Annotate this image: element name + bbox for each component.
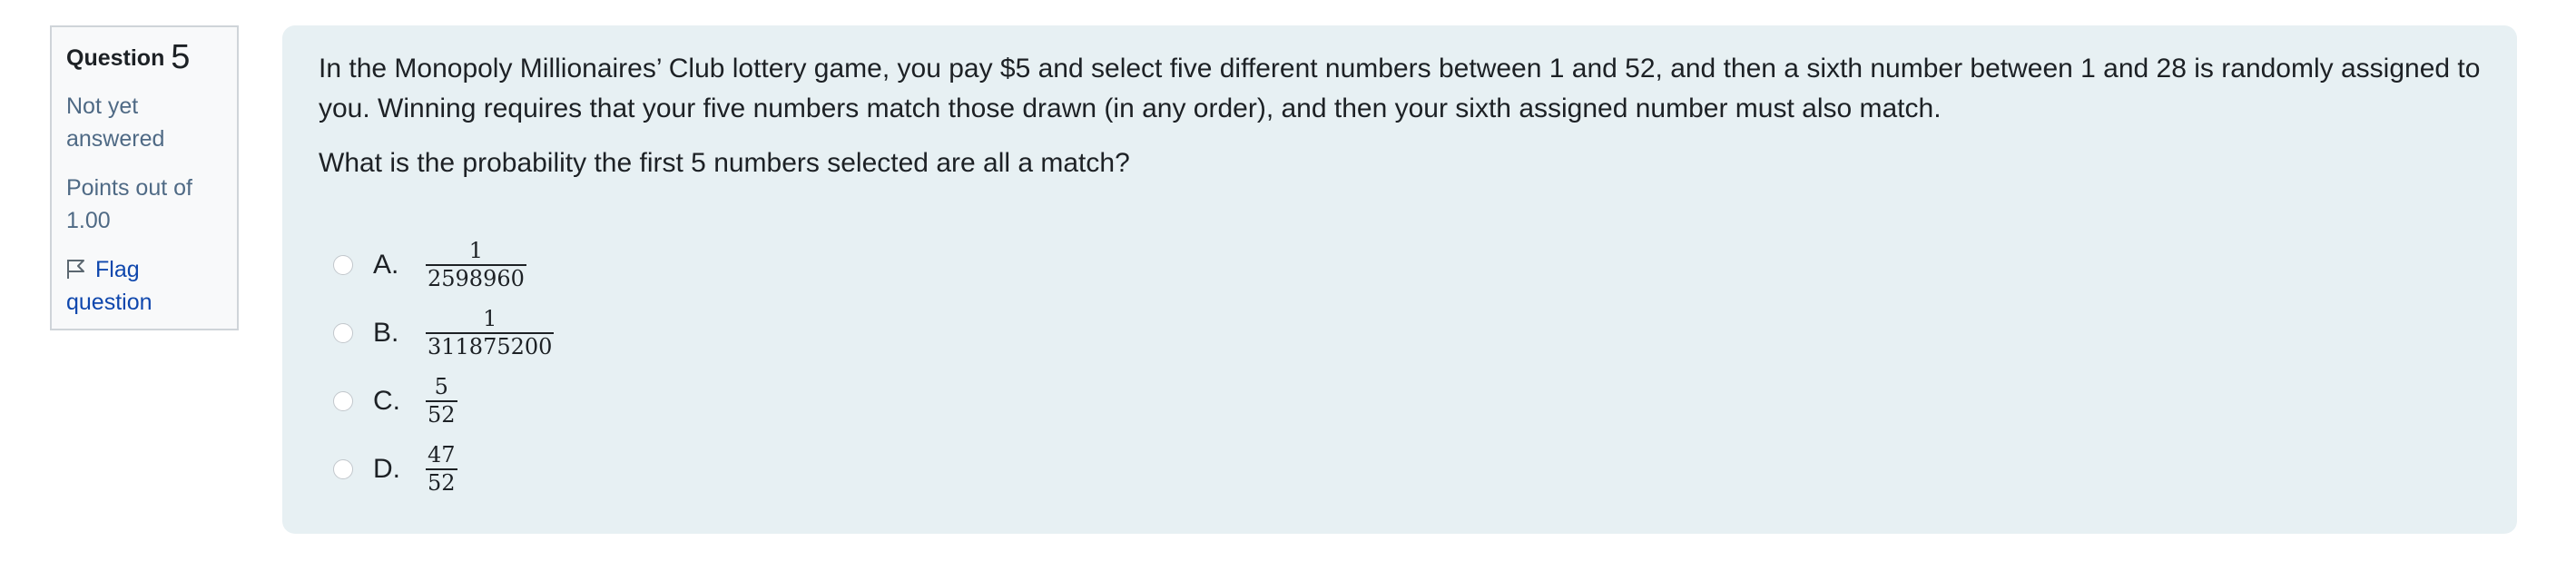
- answer-c-letter: C.: [373, 385, 400, 416]
- answer-b-fraction: 1 311875200: [426, 305, 555, 359]
- flag-icon: [66, 256, 86, 279]
- question-number-value: 5: [171, 38, 191, 76]
- question-prompt: What is the probability the first 5 numb…: [319, 148, 1130, 178]
- answer-a-fraction: 1 2598960: [426, 237, 526, 291]
- question-label: Question: [66, 45, 165, 71]
- answer-b-denominator: 311875200: [428, 333, 553, 359]
- answer-option-c[interactable]: C. 5 52: [319, 367, 2481, 435]
- answer-a-radio[interactable]: [333, 254, 353, 275]
- answer-option-d[interactable]: D. 47 52: [319, 435, 2481, 503]
- answer-d-fraction: 47 52: [426, 441, 457, 496]
- answer-c-fraction: 5 52: [426, 373, 457, 428]
- question-info-panel: Question 5 Not yet answered Points out o…: [50, 25, 239, 330]
- answer-option-b[interactable]: B. 1 311875200: [319, 299, 2481, 367]
- answer-a-denominator: 2598960: [428, 265, 525, 291]
- answer-c-numerator: 5: [434, 373, 448, 399]
- answer-a-numerator: 1: [468, 237, 484, 263]
- answer-d-denominator: 52: [428, 469, 456, 496]
- answer-option-a[interactable]: A. 1 2598960: [319, 231, 2481, 299]
- answer-d-letter: D.: [373, 453, 400, 484]
- answer-b-letter: B.: [373, 317, 399, 348]
- answer-b-numerator: 1: [483, 305, 497, 331]
- question-body: In the Monopoly Millionaires’ Club lotte…: [319, 54, 2481, 123]
- question-state: Not yet answered: [66, 94, 165, 152]
- flag-question-link[interactable]: Flag question: [66, 253, 222, 319]
- question-number: Question 5: [66, 40, 222, 74]
- question-content: In the Monopoly Millionaires’ Club lotte…: [282, 25, 2517, 534]
- question-text: In the Monopoly Millionaires’ Club lotte…: [319, 49, 2481, 183]
- answer-d-radio[interactable]: [333, 458, 353, 479]
- answer-d-numerator: 47: [428, 441, 456, 468]
- question-grade: Points out of 1.00: [66, 175, 192, 233]
- answer-c-radio[interactable]: [333, 390, 353, 411]
- answer-a-letter: A.: [373, 249, 399, 280]
- answer-b-radio[interactable]: [333, 322, 353, 343]
- answer-c-denominator: 52: [428, 401, 456, 428]
- answer-options: A. 1 2598960 B. 1 311875200 C. 5 52 D. 4…: [319, 231, 2481, 503]
